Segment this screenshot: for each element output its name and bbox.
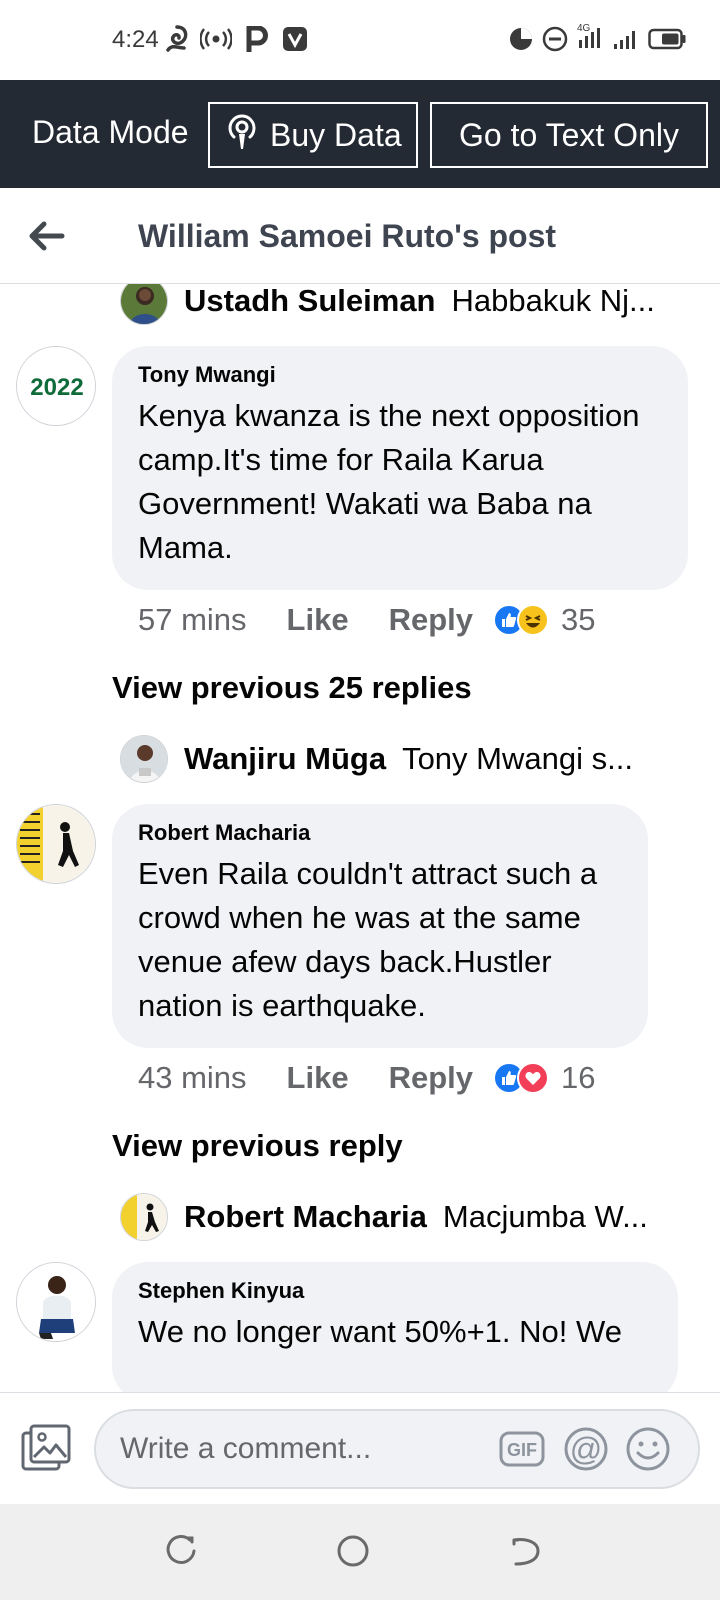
back-nav-icon[interactable] (508, 1534, 542, 1573)
post-header: William Samoei Ruto's post (0, 188, 720, 284)
reply-button[interactable]: Reply (389, 1060, 473, 1096)
reply-preview-text: Tony Mwangi s... (402, 741, 633, 776)
like-button[interactable]: Like (287, 602, 349, 638)
comment-meta-row: 43 mins Like Reply 16 (138, 1056, 595, 1100)
buy-data-label: Buy Data (270, 116, 402, 153)
system-nav-bar (0, 1504, 720, 1600)
do-not-disturb-icon (542, 26, 568, 57)
status-bar: 4:24 4G (0, 0, 720, 80)
comment-text: We no longer want 50%+1. No! We (138, 1314, 622, 1349)
reaction-count[interactable]: 35 (561, 602, 595, 638)
mention-label: @ (570, 1431, 602, 1467)
reactions-summary[interactable] (493, 604, 549, 636)
podcast-icon (224, 111, 260, 159)
avatar-2022-text: 2022 (30, 374, 83, 401)
photo-icon[interactable] (20, 1423, 74, 1478)
comment-author[interactable]: Tony Mwangi (138, 362, 662, 388)
spiral-app-icon (164, 24, 190, 59)
mention-icon[interactable]: @ (562, 1425, 610, 1478)
v-app-icon (282, 26, 308, 57)
signal-bars-icon (612, 28, 640, 55)
parking-app-icon (246, 25, 268, 59)
avatar[interactable] (120, 1193, 168, 1241)
love-reaction-icon (517, 1062, 549, 1094)
reactions-summary[interactable] (493, 1062, 549, 1094)
avatar[interactable] (120, 284, 168, 325)
comment-bubble[interactable]: Tony Mwangi Kenya kwanza is the next opp… (112, 346, 688, 590)
haha-reaction-icon (517, 604, 549, 636)
comment-bubble[interactable]: Stephen Kinyua We no longer want 50%+1. … (112, 1262, 678, 1392)
comment-author[interactable]: Robert Macharia (138, 820, 622, 846)
reply-author[interactable]: Robert Macharia (184, 1199, 427, 1235)
buy-data-button[interactable]: Buy Data (208, 102, 418, 168)
avatar[interactable] (120, 735, 168, 783)
comment-timestamp: 57 mins (138, 602, 247, 637)
comment-bubble[interactable]: Robert Macharia Even Raila couldn't attr… (112, 804, 648, 1048)
back-arrow-icon[interactable] (26, 216, 66, 261)
emoji-icon[interactable] (624, 1425, 672, 1478)
page-title: William Samoei Ruto's post (138, 218, 557, 254)
avatar[interactable] (16, 804, 96, 884)
reply-author[interactable]: Ustadh Suleiman (184, 284, 436, 319)
home-icon[interactable] (336, 1534, 370, 1573)
comment-text: Even Raila couldn't attract such a crowd… (138, 856, 598, 1023)
status-time: 4:24 (112, 26, 159, 53)
comment-timestamp: 43 mins (138, 1060, 247, 1095)
data-saver-icon (508, 26, 534, 57)
reaction-count[interactable]: 16 (561, 1060, 595, 1096)
avatar[interactable]: 2022 (16, 346, 96, 426)
avatar[interactable] (16, 1262, 96, 1342)
view-previous-reply-link[interactable]: View previous reply (112, 1128, 403, 1164)
hotspot-icon (199, 28, 233, 55)
comment-meta-row: 57 mins Like Reply 35 (138, 598, 595, 642)
gif-label: GIF (507, 1440, 537, 1460)
recent-apps-icon[interactable] (164, 1534, 198, 1573)
signal-4g-icon: 4G (576, 22, 606, 57)
gif-icon[interactable]: GIF (498, 1425, 546, 1478)
reply-preview-row[interactable]: Ustadh Suleiman Habbakuk Nj... (120, 284, 655, 326)
reply-preview-row[interactable]: Wanjiru Mūga Tony Mwangi s... (120, 734, 633, 784)
comment-feed[interactable]: Ustadh Suleiman Habbakuk Nj... 2022 Tony… (0, 284, 720, 1392)
comment-text: Kenya kwanza is the next opposition camp… (138, 398, 640, 565)
comment-composer: GIF @ (0, 1392, 720, 1504)
reply-preview-text: Macjumba W... (442, 1199, 648, 1234)
reply-author[interactable]: Wanjiru Mūga (184, 741, 386, 777)
battery-icon (648, 28, 686, 55)
reply-button[interactable]: Reply (389, 602, 473, 638)
like-button[interactable]: Like (287, 1060, 349, 1096)
view-previous-replies-link[interactable]: View previous 25 replies (112, 670, 472, 706)
comment-author[interactable]: Stephen Kinyua (138, 1278, 652, 1304)
network-badge-text: 4G (577, 23, 591, 34)
reply-preview-row[interactable]: Robert Macharia Macjumba W... (120, 1192, 648, 1242)
reply-preview-text: Habbakuk Nj... (451, 284, 655, 318)
data-mode-bar: Data Mode Buy Data Go to Text Only (0, 80, 720, 188)
data-mode-label: Data Mode (32, 114, 189, 150)
go-to-text-only-button[interactable]: Go to Text Only (430, 102, 708, 168)
